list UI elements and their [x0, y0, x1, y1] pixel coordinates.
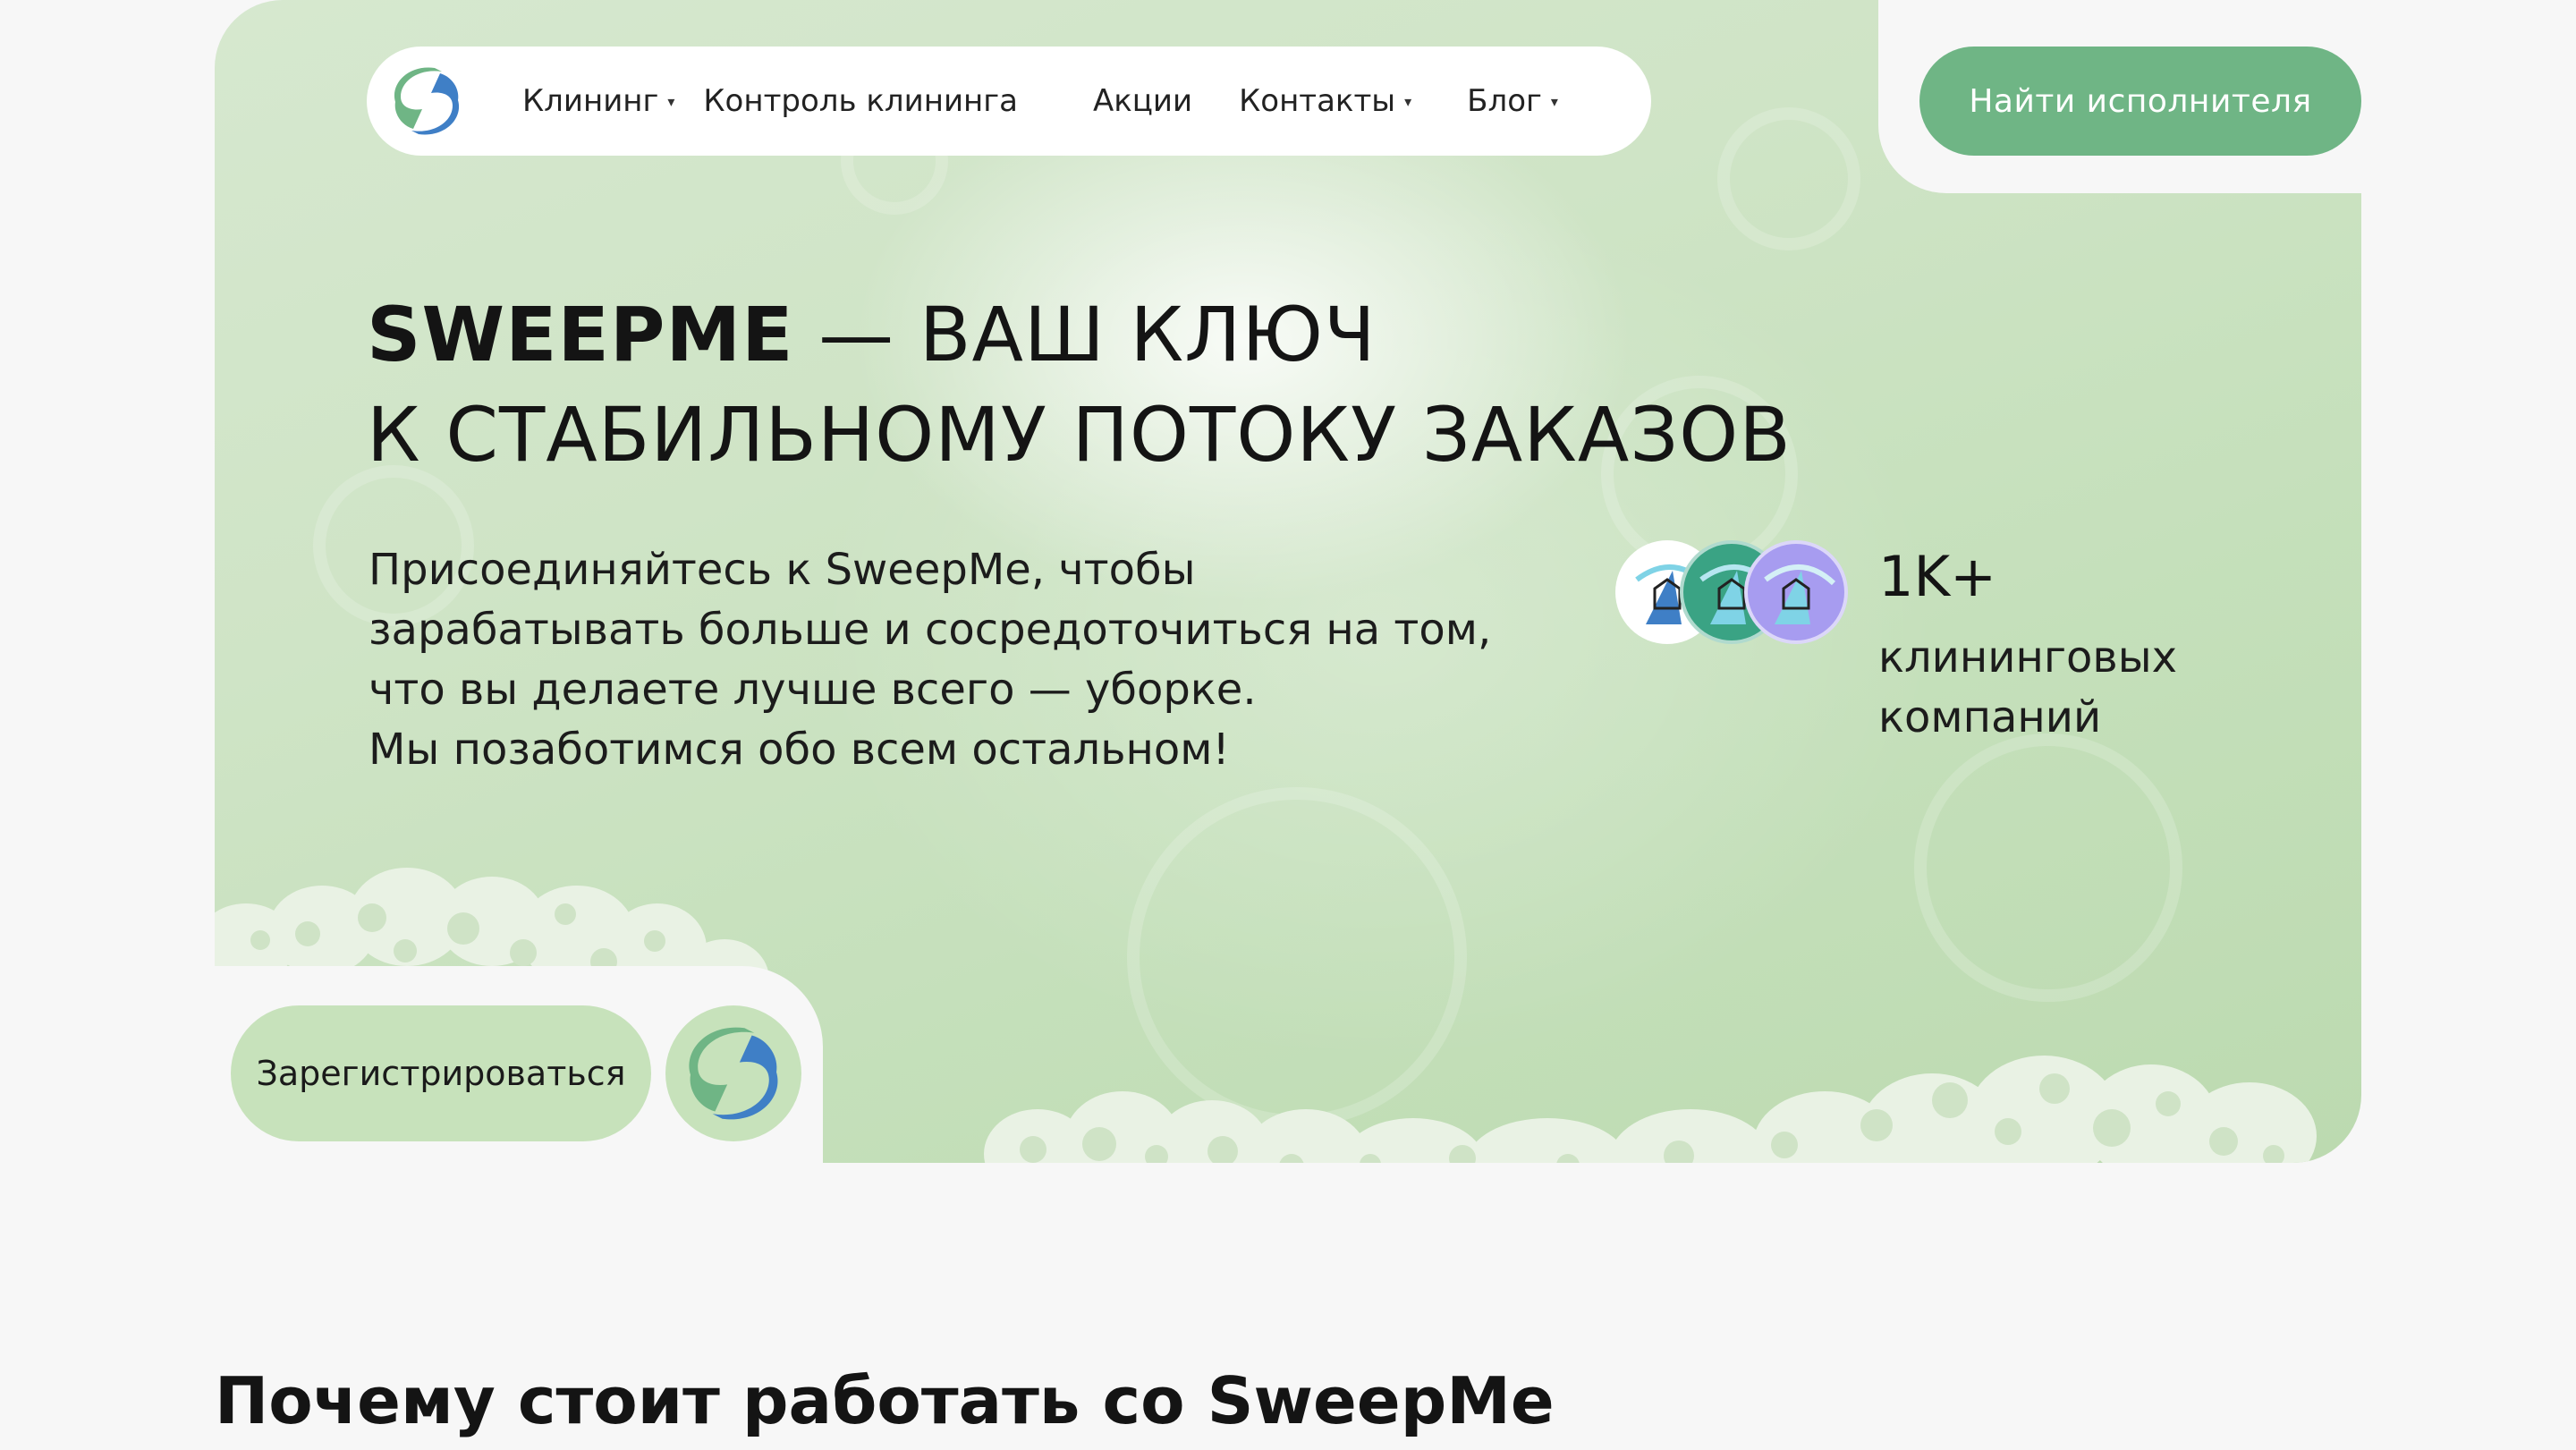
logo-icon: [689, 1027, 778, 1120]
nav-item-blog[interactable]: Блог ▾: [1467, 83, 1558, 119]
company-avatar: [1744, 540, 1848, 644]
bubble-decoration: [1914, 733, 2182, 1002]
sweepme-logo[interactable]: [385, 59, 469, 143]
chevron-down-icon: ▾: [1404, 92, 1412, 110]
stat-label-line: клининговых: [1878, 632, 2178, 683]
nav-item-cleaning-control[interactable]: Контроль клининга: [703, 83, 1018, 119]
description-line: зарабатывать больше и сосредоточиться на…: [369, 605, 1492, 655]
stat-label: клининговых компаний: [1878, 628, 2290, 748]
nav-item-label: Блог: [1467, 83, 1542, 119]
brand-name: SWEEPME: [367, 291, 794, 378]
headline-line1: — ВАШ КЛЮЧ: [793, 291, 1377, 378]
stat-value: 1K+: [1878, 544, 1997, 609]
house-logo-icon: [1764, 564, 1836, 624]
nav-item-cleaning[interactable]: Клининг ▾: [522, 83, 674, 119]
hero-description: Присоединяйтесь к SweepMe, чтобы зарабат…: [369, 540, 1603, 780]
bubble-decoration: [1717, 107, 1860, 250]
chevron-down-icon: ▾: [667, 92, 675, 110]
nav-item-promotions[interactable]: Акции: [1093, 83, 1192, 119]
main-nav: Клининг ▾ Контроль клининга Акции Контак…: [367, 47, 1651, 156]
company-avatars: [1615, 540, 1848, 644]
register-button[interactable]: Зарегистрироваться: [231, 1005, 651, 1141]
hero-headline: SWEEPME — ВАШ КЛЮЧ К СТАБИЛЬНОМУ ПОТОКУ …: [367, 284, 1792, 485]
section-title: Почему стоит работать со SweepMe: [215, 1363, 1555, 1438]
description-line: Присоединяйтесь к SweepMe, чтобы: [369, 545, 1196, 595]
stat-label-line: компаний: [1878, 692, 2102, 742]
register-logo-button[interactable]: [665, 1005, 801, 1141]
nav-item-label: Контакты: [1239, 83, 1396, 119]
description-line: что вы делаете лучше всего — уборке.: [369, 665, 1257, 715]
chevron-down-icon: ▾: [1550, 92, 1558, 110]
description-line: Мы позаботимся обо всем остальном!: [369, 725, 1230, 775]
nav-item-label: Контроль клининга: [703, 83, 1018, 119]
nav-item-label: Акции: [1092, 83, 1193, 119]
find-contractor-button[interactable]: Найти исполнителя: [1919, 47, 2361, 156]
nav-item-label: Клининг: [522, 83, 659, 119]
nav-item-contacts[interactable]: Контакты ▾: [1239, 83, 1411, 119]
logo-icon: [394, 67, 460, 135]
foam-decoration: [984, 1056, 2361, 1163]
headline-line2: К СТАБИЛЬНОМУ ПОТОКУ ЗАКАЗОВ: [367, 391, 1792, 479]
nav-items: Клининг ▾ Контроль клининга Акции Контак…: [522, 83, 1558, 119]
